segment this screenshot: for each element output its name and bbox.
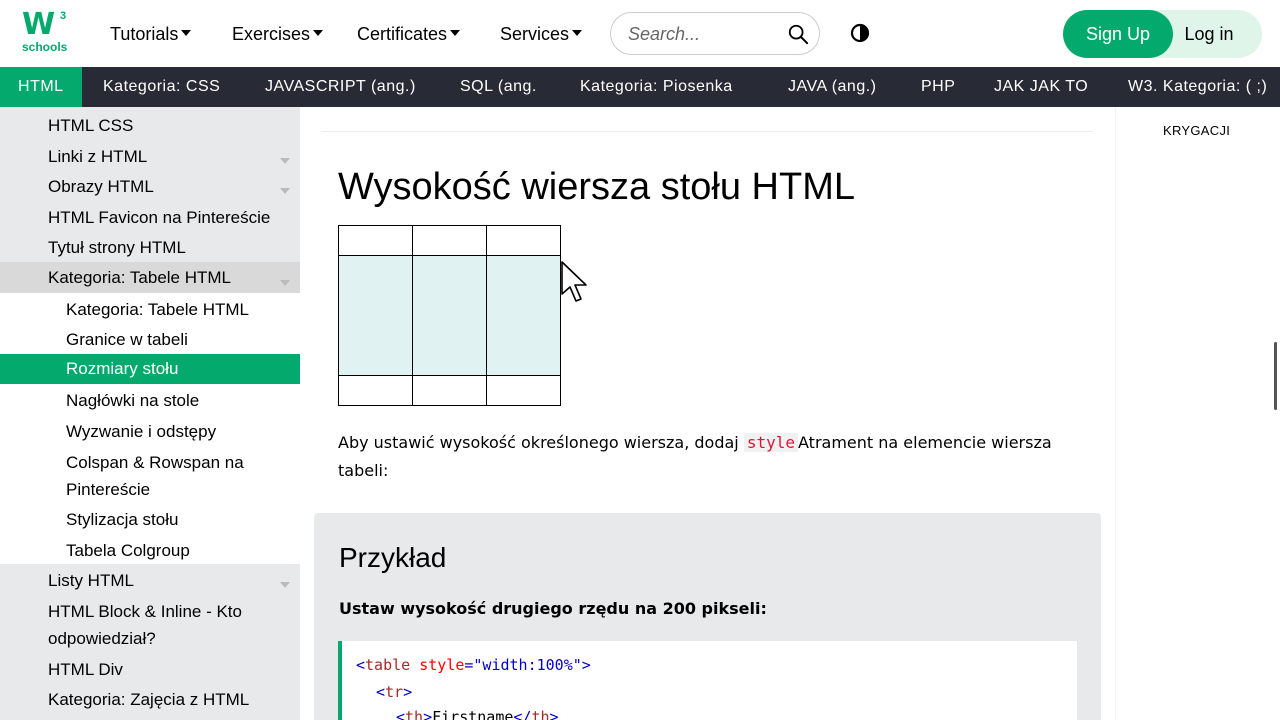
code-tag: table bbox=[365, 656, 411, 674]
sidebar-subitem[interactable]: Granice w tabeli bbox=[0, 326, 300, 353]
nav-exercises[interactable]: Exercises bbox=[232, 22, 324, 46]
sign-up-button[interactable]: Sign Up bbox=[1063, 10, 1173, 58]
search-input[interactable] bbox=[628, 22, 778, 46]
sidebar-subitem[interactable]: Wyzwanie i odstępy bbox=[0, 418, 300, 445]
scrollbar-thumb[interactable] bbox=[1274, 342, 1277, 410]
divider bbox=[322, 131, 1093, 132]
sidebar-item[interactable]: Linki z HTML bbox=[0, 143, 300, 170]
example-description: Ustaw wysokość drugiego rzędu na 200 pik… bbox=[339, 599, 767, 618]
topic-nav: HTML Kategoria: CSS JAVASCRIPT (ang.) SQ… bbox=[0, 67, 1280, 107]
main-content: Wysokość wiersza stołu HTML Aby ustawić … bbox=[300, 107, 1115, 720]
sidebar-subitem[interactable]: Stylizacja stołu bbox=[0, 506, 300, 533]
topic-html[interactable]: HTML bbox=[0, 67, 82, 107]
sidebar-item-tables[interactable]: Kategoria: Tabele HTML bbox=[0, 262, 300, 293]
nav-services-label: Services bbox=[500, 24, 570, 44]
code-line: <table style="width:100%"> bbox=[356, 656, 591, 674]
table-cell-highlight bbox=[338, 255, 413, 376]
intro-paragraph: Aby ustawić wysokość określonego wiersza… bbox=[338, 429, 1088, 485]
inline-code: style bbox=[743, 433, 798, 452]
example-title: Przykład bbox=[339, 542, 447, 573]
chevron-down-icon[interactable] bbox=[280, 188, 290, 194]
table-cell-highlight bbox=[486, 255, 561, 376]
w3schools-logo[interactable]: W 3 schools bbox=[22, 10, 72, 56]
table-cell bbox=[486, 375, 561, 406]
sidebar-subitem[interactable]: Colspan & Rowspan na Pintereście bbox=[0, 449, 300, 503]
caret-down-icon bbox=[450, 30, 461, 37]
code-tag: tr bbox=[385, 683, 404, 701]
right-column: KRYGACJI bbox=[1115, 107, 1280, 720]
sidebar-item[interactable]: HTML Favicon na Pintereście bbox=[0, 204, 300, 231]
code-text: Firstname bbox=[432, 708, 514, 720]
search-icon[interactable] bbox=[787, 23, 809, 45]
sidebar-item[interactable]: HTML CSS bbox=[0, 112, 300, 139]
sidebar-item[interactable]: Listy HTML bbox=[0, 567, 300, 594]
nav-exercises-label: Exercises bbox=[232, 24, 311, 44]
code-tag: th bbox=[405, 708, 424, 720]
table-cell bbox=[412, 225, 487, 256]
topic-howto[interactable]: JAK JAK TO bbox=[994, 67, 1088, 107]
sidebar-subitem[interactable]: Kategoria: Tabele HTML bbox=[0, 296, 300, 323]
sidebar-item[interactable]: HTML Block & Inline - Kto odpowiedział? bbox=[0, 598, 300, 652]
code-line: <th>Firstname</th> bbox=[396, 707, 559, 720]
chevron-down-icon[interactable] bbox=[280, 158, 290, 164]
logo-sup: 3 bbox=[60, 10, 67, 22]
sidebar-item[interactable]: Obrazy HTML bbox=[0, 173, 300, 200]
ad-label: KRYGACJI bbox=[1163, 123, 1231, 138]
top-header: W 3 schools Tutorials Exercises Certific… bbox=[0, 0, 1280, 67]
topic-php[interactable]: PHP bbox=[921, 67, 955, 107]
table-cell bbox=[486, 225, 561, 256]
caret-down-icon bbox=[313, 30, 324, 37]
code-value: "width:100%" bbox=[473, 656, 582, 674]
table-cell bbox=[338, 225, 413, 256]
search-box bbox=[610, 12, 820, 55]
topic-java[interactable]: JAVA (ang.) bbox=[788, 67, 877, 107]
chevron-down-icon[interactable] bbox=[280, 280, 290, 286]
logo-sub: schools bbox=[22, 40, 68, 54]
logo-main: W bbox=[22, 7, 55, 42]
nav-certificates[interactable]: Certificates bbox=[357, 22, 461, 46]
sidebar-item[interactable]: HTML Div bbox=[0, 656, 300, 683]
table-cell bbox=[412, 375, 487, 406]
table-cell bbox=[338, 375, 413, 406]
sidebar-item[interactable]: Kategoria: Zajęcia z HTML bbox=[0, 686, 300, 713]
topic-w3css[interactable]: W3. Kategoria: ( ;) bbox=[1128, 67, 1267, 107]
nav-services[interactable]: Services bbox=[500, 22, 583, 46]
sidebar-subitem[interactable]: Tabela Colgroup bbox=[0, 537, 300, 564]
sidebar-subitem-active[interactable]: Rozmiary stołu bbox=[0, 354, 300, 384]
code-line: <tr> bbox=[376, 683, 413, 701]
code-tag: th bbox=[531, 708, 550, 720]
chevron-down-icon[interactable] bbox=[280, 582, 290, 588]
topic-css[interactable]: Kategoria: CSS bbox=[103, 67, 220, 107]
topic-javascript[interactable]: JAVASCRIPT (ang.) bbox=[265, 67, 416, 107]
topic-sql[interactable]: SQL (ang. bbox=[460, 67, 537, 107]
caret-down-icon bbox=[572, 30, 583, 37]
nav-certificates-label: Certificates bbox=[357, 24, 448, 44]
demo-table bbox=[338, 225, 561, 406]
mouse-cursor-icon bbox=[561, 261, 587, 302]
sidebar-item[interactable]: Tytuł strony HTML bbox=[0, 234, 300, 261]
page-title: Wysokość wiersza stołu HTML bbox=[338, 166, 855, 208]
sidebar-subitem[interactable]: Nagłówki na stole bbox=[0, 387, 300, 414]
code-block: <table style="width:100%"> <tr> <th>Firs… bbox=[338, 641, 1077, 720]
contrast-toggle-icon[interactable] bbox=[850, 23, 870, 43]
caret-down-icon bbox=[181, 30, 192, 37]
nav-tutorials[interactable]: Tutorials bbox=[110, 22, 192, 46]
code-attr: style bbox=[419, 656, 465, 674]
table-cell-highlight bbox=[412, 255, 487, 376]
nav-tutorials-label: Tutorials bbox=[110, 24, 179, 44]
sidebar: HTML CSS Linki z HTML Obrazy HTML HTML F… bbox=[0, 107, 300, 720]
paragraph-text: Aby ustawić wysokość określonego wiersza… bbox=[338, 433, 744, 452]
example-box: Przykład Ustaw wysokość drugiego rzędu n… bbox=[314, 513, 1101, 720]
topic-python[interactable]: Kategoria: Piosenka bbox=[580, 67, 733, 107]
log-in-button[interactable]: Log in bbox=[1173, 10, 1245, 58]
